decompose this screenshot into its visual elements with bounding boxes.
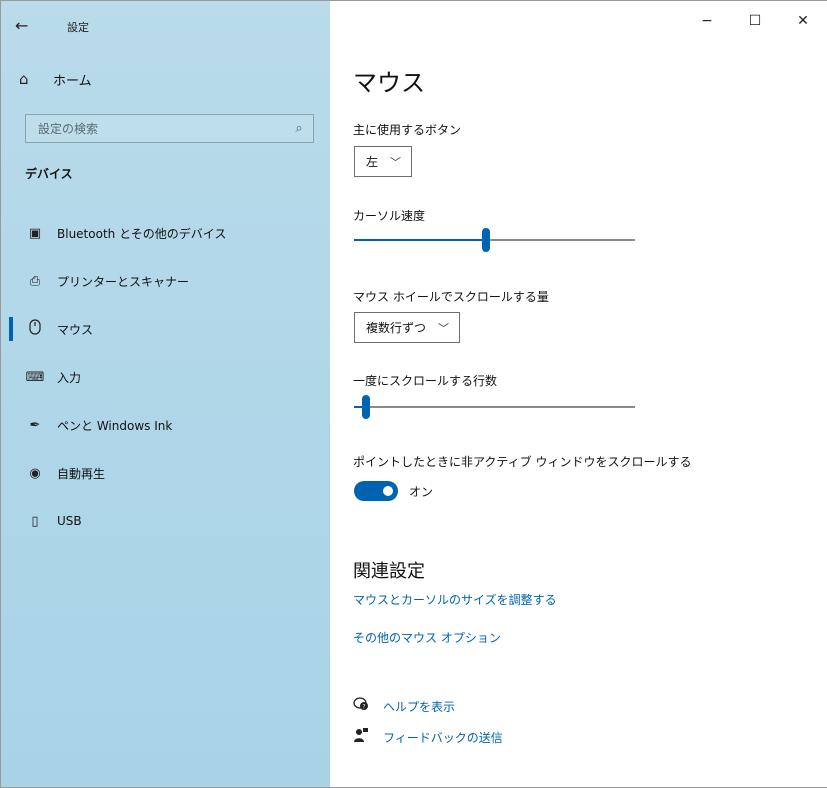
bluetooth-devices-icon: ▣ bbox=[28, 225, 42, 241]
titlebar-left: ← 設定 bbox=[1, 1, 330, 51]
toggle-knob bbox=[383, 486, 393, 496]
sidebar-item-label: Bluetooth とその他のデバイス bbox=[57, 226, 227, 241]
back-arrow-icon[interactable]: ← bbox=[15, 14, 39, 38]
home-icon: ⌂ bbox=[19, 70, 29, 88]
primary-button-label: 主に使用するボタン bbox=[353, 123, 462, 137]
chevron-down-icon: ﹀ bbox=[438, 321, 450, 335]
cursor-size-link[interactable]: マウスとカーソルのサイズを調整する bbox=[353, 591, 557, 608]
feedback-link[interactable]: フィードバックの送信 bbox=[353, 727, 503, 747]
primary-button-select[interactable]: 左 ﹀ bbox=[354, 146, 413, 177]
search-input[interactable]: 設定の検索 ⌕ bbox=[25, 114, 314, 143]
sidebar-item-mouse[interactable]: マウス bbox=[1, 309, 330, 349]
sidebar: ← 設定 ⌂ ホーム 設定の検索 ⌕ デバイス ▣ Bluetooth とその他… bbox=[1, 1, 330, 787]
inactive-scroll-toggle[interactable] bbox=[354, 481, 398, 501]
chevron-down-icon: ﹀ bbox=[390, 155, 402, 169]
help-chat-icon: ? bbox=[353, 697, 373, 715]
additional-mouse-options-link[interactable]: その他のマウス オプション bbox=[353, 629, 501, 646]
printer-icon: ⎙ bbox=[29, 273, 41, 289]
wheel-scroll-value: 複数行ずつ bbox=[366, 321, 427, 335]
toggle-state-label: オン bbox=[409, 485, 434, 499]
inactive-scroll-label: ポイントしたときに非アクティブ ウィンドウをスクロールする bbox=[353, 455, 692, 469]
wheel-scroll-label: マウス ホイールでスクロールする量 bbox=[353, 290, 549, 304]
sidebar-item-autoplay[interactable]: ◉ 自動再生 bbox=[1, 453, 330, 493]
help-label: ヘルプを表示 bbox=[383, 699, 456, 714]
wheel-scroll-select[interactable]: 複数行ずつ ﹀ bbox=[354, 312, 461, 343]
sidebar-item-label: 自動再生 bbox=[57, 466, 106, 481]
sidebar-item-label: ホーム bbox=[53, 73, 92, 89]
sidebar-item-label: USB bbox=[57, 514, 82, 528]
search-placeholder: 設定の検索 bbox=[38, 122, 99, 136]
app-title: 設定 bbox=[67, 21, 89, 34]
cursor-speed-slider[interactable] bbox=[354, 228, 635, 252]
window-controls: − ☐ ✕ bbox=[683, 1, 827, 41]
search-icon[interactable]: ⌕ bbox=[285, 121, 313, 136]
usb-icon: ▯ bbox=[31, 513, 39, 529]
sidebar-item-label: 入力 bbox=[57, 370, 82, 385]
sidebar-item-label: ペンと Windows Ink bbox=[57, 418, 173, 433]
primary-button-value: 左 bbox=[366, 155, 379, 169]
settings-window: ← 設定 ⌂ ホーム 設定の検索 ⌕ デバイス ▣ Bluetooth とその他… bbox=[0, 0, 827, 788]
sidebar-item-usb[interactable]: ▯ USB bbox=[1, 501, 330, 541]
mouse-icon bbox=[25, 319, 45, 339]
sidebar-item-pen[interactable]: ✒ ペンと Windows Ink bbox=[1, 405, 330, 445]
pen-icon: ✒ bbox=[29, 417, 41, 433]
related-settings-heading: 関連設定 bbox=[353, 561, 425, 582]
autoplay-icon: ◉ bbox=[29, 465, 41, 481]
keyboard-icon: ⌨ bbox=[25, 369, 45, 385]
sidebar-item-bluetooth[interactable]: ▣ Bluetooth とその他のデバイス bbox=[1, 213, 330, 253]
slider-thumb[interactable] bbox=[362, 395, 370, 419]
cursor-speed-label: カーソル速度 bbox=[353, 209, 426, 223]
active-indicator bbox=[9, 317, 13, 341]
close-button[interactable]: ✕ bbox=[779, 1, 827, 41]
slider-track bbox=[354, 406, 635, 408]
svg-text:?: ? bbox=[362, 704, 365, 711]
feedback-label: フィードバックの送信 bbox=[383, 730, 503, 745]
maximize-button[interactable]: ☐ bbox=[731, 1, 779, 41]
sidebar-item-home[interactable]: ⌂ ホーム bbox=[19, 67, 92, 91]
sidebar-item-printers[interactable]: ⎙ プリンターとスキャナー bbox=[1, 261, 330, 301]
sidebar-item-label: マウス bbox=[57, 322, 94, 337]
sidebar-item-input[interactable]: ⌨ 入力 bbox=[1, 357, 330, 397]
lines-per-scroll-slider[interactable] bbox=[354, 395, 635, 419]
lines-per-scroll-label: 一度にスクロールする行数 bbox=[353, 374, 498, 388]
sidebar-item-label: プリンターとスキャナー bbox=[57, 274, 190, 289]
page-title: マウス bbox=[353, 69, 425, 97]
minimize-button[interactable]: − bbox=[683, 1, 731, 41]
section-heading: デバイス bbox=[25, 167, 73, 181]
slider-fill bbox=[354, 239, 486, 241]
help-link[interactable]: ? ヘルプを表示 bbox=[353, 697, 455, 715]
slider-thumb[interactable] bbox=[482, 228, 490, 252]
feedback-person-icon bbox=[353, 727, 373, 747]
